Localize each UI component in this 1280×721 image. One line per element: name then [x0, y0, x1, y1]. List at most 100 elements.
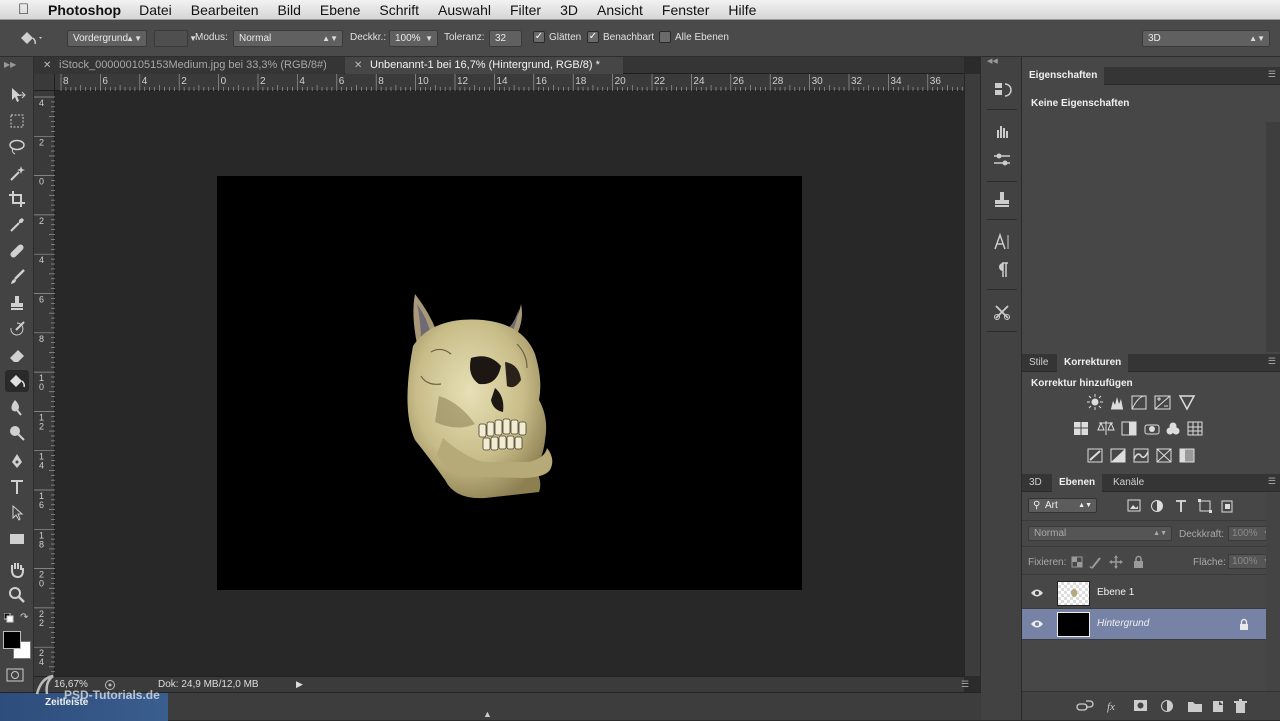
tab-adjustments[interactable]: Korrekturen: [1057, 354, 1129, 372]
menu-filter[interactable]: Filter: [510, 2, 541, 18]
menu-auswahl[interactable]: Auswahl: [438, 2, 491, 18]
resize-handle-icon[interactable]: ▲: [483, 709, 492, 719]
lock-label: Fixieren:: [1028, 557, 1067, 568]
blur-tool-icon[interactable]: [5, 396, 29, 418]
canvas-vertical-scrollbar[interactable]: [964, 74, 980, 676]
history-panel-icon[interactable]: [991, 79, 1013, 101]
path-selection-tool-icon[interactable]: [5, 502, 29, 524]
panel-icon-strip: ◀◀: [981, 57, 1022, 720]
horizontal-ruler[interactable]: 8 6 4 2 0 2 4 6 8 10 12 14 16 18 20 22 24 26 28 30 32 34 36: [55, 74, 964, 91]
zoom-tool-icon[interactable]: [5, 584, 29, 606]
document-canvas[interactable]: [217, 176, 802, 590]
tab-styles[interactable]: Stile: [1022, 354, 1055, 372]
menu-lines-icon[interactable]: ☰: [961, 679, 969, 690]
tab-unbenannt-document[interactable]: ✕ Unbenannt-1 bei 16,7% (Hintergrund, RG…: [345, 57, 623, 74]
menu-schrift[interactable]: Schrift: [379, 2, 419, 18]
adjustments-panel-icon[interactable]: [991, 149, 1013, 171]
swap-colors-icon[interactable]: ↷: [20, 612, 28, 623]
actions-panel-icon[interactable]: [991, 119, 1013, 141]
layer-filter-select[interactable]: ⚲ Art ▲▼: [1028, 498, 1097, 513]
visibility-eye-icon[interactable]: [1030, 587, 1044, 599]
brush-tool-icon[interactable]: [5, 266, 29, 288]
panel-menu-icon[interactable]: ☰: [1268, 476, 1276, 487]
layers-scrollbar[interactable]: [1266, 493, 1280, 693]
opacity-input[interactable]: 100% ▼: [389, 30, 438, 47]
layer-name[interactable]: Hintergrund: [1097, 618, 1149, 629]
divider: [987, 109, 1017, 110]
tab-channels[interactable]: Kanäle: [1106, 474, 1151, 492]
menu-hilfe[interactable]: Hilfe: [728, 2, 756, 18]
layer-thumbnail[interactable]: [1057, 612, 1090, 637]
menu-fenster[interactable]: Fenster: [662, 2, 709, 18]
shape-filter-icon: [1198, 499, 1212, 513]
clone-source-panel-icon[interactable]: [991, 189, 1013, 211]
default-colors-icon[interactable]: [4, 613, 14, 623]
tab-3d[interactable]: 3D: [1022, 474, 1049, 492]
status-menu-arrow-icon[interactable]: ▶: [296, 679, 303, 690]
properties-scrollbar[interactable]: [1266, 122, 1280, 352]
foreground-color-swatch[interactable]: [3, 631, 21, 649]
ruler-h-label: 8: [378, 76, 384, 87]
ruler-v-label: 6: [39, 500, 44, 510]
panel-menu-icon[interactable]: ☰: [1268, 356, 1276, 367]
dodge-tool-icon[interactable]: [5, 422, 29, 444]
threshold-icon: [1133, 448, 1149, 463]
blend-mode-select[interactable]: Normal ▲▼: [1028, 526, 1172, 541]
type-tool-icon[interactable]: [5, 476, 29, 498]
tab-istock-document[interactable]: ✕ iStock_000000105153Medium.jpg bei 33,3…: [34, 57, 344, 74]
paint-bucket-tool-icon[interactable]: [5, 370, 29, 392]
paint-bucket-preset-icon[interactable]: [18, 29, 44, 47]
crop-tool-icon[interactable]: [5, 188, 29, 210]
pen-tool-icon[interactable]: [5, 450, 29, 472]
panel-menu-icon[interactable]: ☰: [1268, 69, 1276, 80]
quick-mask-icon[interactable]: [6, 667, 24, 683]
clone-stamp-tool-icon[interactable]: [5, 292, 29, 314]
eyedropper-tool-icon[interactable]: [5, 214, 29, 236]
menu-3d[interactable]: 3D: [560, 2, 578, 18]
visibility-eye-icon[interactable]: [1030, 618, 1044, 630]
marquee-tool-icon[interactable]: [5, 110, 29, 132]
menu-ebene[interactable]: Ebene: [320, 2, 360, 18]
rectangle-tool-icon[interactable]: [5, 528, 29, 550]
healing-brush-tool-icon[interactable]: [5, 240, 29, 262]
lasso-tool-icon[interactable]: [5, 136, 29, 158]
tab-layers[interactable]: Ebenen: [1052, 474, 1103, 492]
move-tool-icon[interactable]: [5, 84, 29, 106]
menu-bild[interactable]: Bild: [278, 2, 301, 18]
ruler-h-label: 8: [63, 76, 69, 87]
layer-row-ebene-1[interactable]: Ebene 1: [1022, 578, 1266, 609]
fill-source-select[interactable]: Vordergrund ▲▼: [67, 30, 147, 47]
apple-icon[interactable]: : [18, 1, 36, 18]
tolerance-input[interactable]: 32: [489, 30, 522, 47]
ruler-v-label: 8: [39, 539, 44, 549]
all-layers-checkbox[interactable]: [659, 31, 671, 43]
tab-properties[interactable]: Eigenschaften: [1022, 67, 1105, 85]
contiguous-checkbox[interactable]: ✓: [587, 31, 599, 43]
smooth-checkbox[interactable]: ✓: [533, 31, 545, 43]
layer-thumbnail[interactable]: [1057, 581, 1090, 606]
menu-datei[interactable]: Datei: [139, 2, 172, 18]
divider: [987, 181, 1017, 182]
collapse-toolbar-icon[interactable]: ▶▶: [4, 60, 16, 69]
mode-select[interactable]: Normal ▲▼: [233, 30, 343, 47]
ruler-origin[interactable]: [34, 74, 55, 91]
magic-wand-tool-icon[interactable]: [5, 162, 29, 184]
hand-tool-icon[interactable]: [5, 558, 29, 580]
app-menu[interactable]: Photoshop: [48, 2, 121, 18]
history-brush-tool-icon[interactable]: [5, 318, 29, 340]
workspace-select[interactable]: 3D ▲▼: [1142, 30, 1270, 47]
eraser-tool-icon[interactable]: [5, 344, 29, 366]
layer-name[interactable]: Ebene 1: [1097, 587, 1134, 598]
menu-ansicht[interactable]: Ansicht: [597, 2, 643, 18]
menu-bearbeiten[interactable]: Bearbeiten: [191, 2, 259, 18]
layer-row-hintergrund[interactable]: Hintergrund: [1022, 609, 1266, 640]
paragraph-panel-icon[interactable]: [991, 259, 1013, 281]
close-icon[interactable]: ✕: [43, 57, 51, 74]
close-icon[interactable]: ✕: [354, 57, 362, 74]
collapse-panels-icon[interactable]: ◀◀: [987, 57, 1017, 67]
divider: [987, 331, 1017, 332]
tool-presets-panel-icon[interactable]: [991, 301, 1013, 323]
character-panel-icon[interactable]: [991, 231, 1013, 253]
pattern-picker[interactable]: ▼: [154, 30, 197, 47]
vertical-ruler[interactable]: 42024681012141618202224: [34, 91, 55, 676]
